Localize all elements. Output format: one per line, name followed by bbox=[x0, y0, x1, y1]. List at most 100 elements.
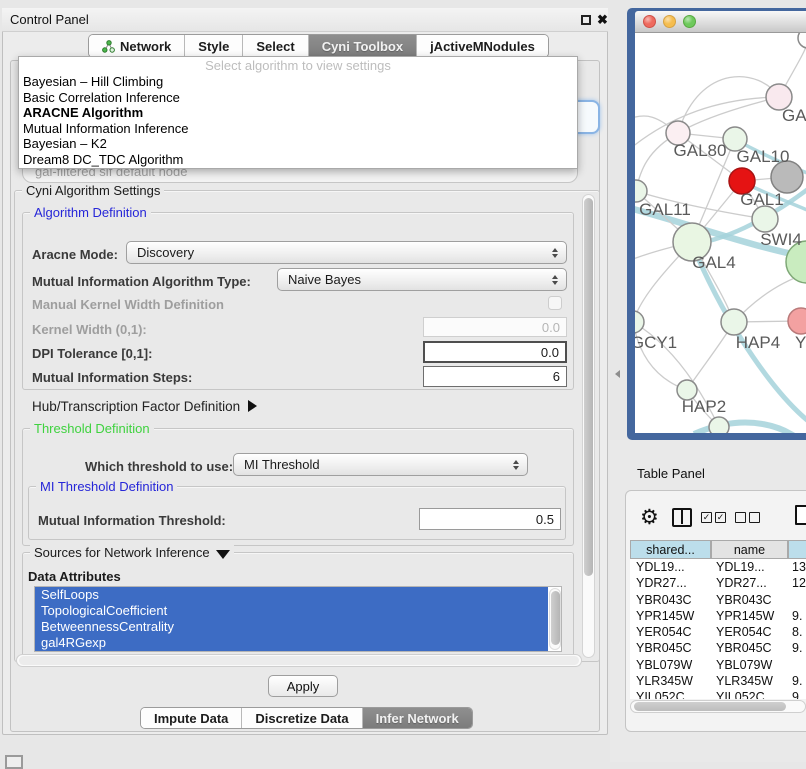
zoom-traffic-light-icon[interactable] bbox=[683, 15, 696, 28]
attribute-item[interactable]: BetweennessCentrality bbox=[35, 619, 548, 635]
column-header-shared...[interactable]: shared... bbox=[630, 540, 711, 559]
table-row[interactable]: YIL052CYIL052C9 bbox=[630, 689, 806, 699]
algorithm-option[interactable]: Mutual Information Inference bbox=[19, 121, 577, 137]
table-hscrollbar[interactable] bbox=[630, 700, 806, 713]
mi-steps-field[interactable]: 6 bbox=[423, 366, 567, 387]
hub-section-label: Hub/Transcription Factor Definition bbox=[32, 399, 240, 414]
tab-label: Infer Network bbox=[376, 711, 459, 726]
expand-right-icon bbox=[248, 400, 257, 412]
table-row[interactable]: YDR27...YDR27...12 bbox=[630, 575, 806, 591]
table-hscrollbar-thumb[interactable] bbox=[634, 702, 786, 711]
tab-impute-data[interactable]: Impute Data bbox=[141, 708, 242, 728]
table-cell: YDR27... bbox=[636, 575, 687, 591]
mi-threshold-field[interactable]: 0.5 bbox=[419, 508, 561, 530]
tab-style[interactable]: Style bbox=[185, 35, 243, 57]
float-window-icon[interactable] bbox=[581, 15, 591, 25]
settings-scrollbar-thumb[interactable] bbox=[584, 198, 593, 576]
network-node[interactable] bbox=[788, 308, 806, 334]
algorithm-option[interactable]: Dream8 DC_TDC Algorithm bbox=[19, 152, 577, 168]
manual-kernel-checkbox[interactable] bbox=[548, 296, 562, 310]
bottom-tabbar: Impute Data Discretize Data Infer Network bbox=[140, 707, 473, 729]
algorithm-option[interactable]: Bayesian – Hill Climbing bbox=[19, 74, 577, 90]
table-row[interactable]: YDL19...YDL19...13 bbox=[630, 559, 806, 575]
table-cell: YDL19... bbox=[716, 559, 765, 575]
algorithm-option[interactable]: Basic Correlation Inference bbox=[19, 90, 577, 106]
kernel-width-field[interactable]: 0.0 bbox=[423, 317, 567, 337]
tab-discretize-data[interactable]: Discretize Data bbox=[242, 708, 362, 728]
node-label: GAL80 bbox=[674, 141, 727, 160]
table-cell: YER054C bbox=[716, 624, 772, 640]
node-label: GAL4 bbox=[692, 253, 735, 272]
unchecked-checkbox-icon[interactable] bbox=[749, 512, 760, 523]
mi-type-combo[interactable]: Naive Bayes bbox=[277, 268, 567, 291]
table-cell: 9. bbox=[792, 640, 802, 656]
table-cell: YBL079W bbox=[636, 657, 692, 673]
document-icon[interactable] bbox=[795, 505, 806, 525]
table-row[interactable]: YBL079WYBL079W bbox=[630, 657, 806, 673]
network-node[interactable] bbox=[709, 417, 729, 433]
algorithm-option[interactable]: ARACNE Algorithm bbox=[19, 105, 577, 121]
tab-jactivemnodules[interactable]: jActiveMNodules bbox=[417, 35, 548, 57]
attributes-scrollbar-thumb[interactable] bbox=[551, 591, 560, 645]
control-panel-tabbar: NetworkStyleSelectCyni ToolboxjActiveMNo… bbox=[88, 34, 549, 58]
checked-checkbox-icon[interactable]: ✓ bbox=[715, 512, 726, 523]
mi-threshold-label: Mutual Information Threshold: bbox=[38, 513, 226, 528]
close-traffic-light-icon[interactable] bbox=[643, 15, 656, 28]
settings-hscrollbar[interactable] bbox=[16, 654, 582, 667]
column-header-name[interactable]: name bbox=[711, 540, 788, 559]
split-table-icon[interactable] bbox=[672, 508, 692, 527]
sources-group-toggle[interactable]: Sources for Network Inference bbox=[30, 545, 234, 560]
checked-checkbox-icon[interactable]: ✓ bbox=[701, 512, 712, 523]
attributes-scrollbar[interactable] bbox=[549, 588, 561, 650]
table-cell: 9 bbox=[792, 689, 799, 699]
unchecked-checkbox-icon[interactable] bbox=[735, 512, 746, 523]
network-window-titlebar[interactable] bbox=[635, 11, 806, 33]
minimize-traffic-light-icon[interactable] bbox=[663, 15, 676, 28]
close-icon[interactable]: ✖ bbox=[597, 12, 608, 28]
table-cell: YBR045C bbox=[636, 640, 692, 656]
table-row[interactable]: YBR045C YBR045C 9. bbox=[630, 640, 806, 656]
algorithm-option[interactable]: Bayesian – K2 bbox=[19, 136, 577, 152]
network-node[interactable] bbox=[752, 206, 778, 232]
network-node[interactable] bbox=[798, 33, 806, 48]
panel-splitter-grip[interactable] bbox=[615, 370, 620, 378]
network-node[interactable] bbox=[721, 309, 747, 335]
aracne-mode-combo[interactable]: Discovery bbox=[126, 241, 567, 264]
dock-panel-icon[interactable] bbox=[5, 755, 23, 769]
tab-select[interactable]: Select bbox=[243, 35, 308, 57]
combo-arrows-icon bbox=[513, 460, 519, 470]
dpi-tolerance-field[interactable]: 0.0 bbox=[423, 341, 567, 363]
which-threshold-combo[interactable]: MI Threshold bbox=[233, 453, 528, 476]
network-canvas[interactable]: GALGAL80GAL10GAL1GAL11SWI4GAL4GCY1HAP4YH… bbox=[635, 33, 806, 433]
algorithm-definition-title: Algorithm Definition bbox=[30, 205, 151, 220]
tab-label: Impute Data bbox=[154, 711, 228, 726]
gear-icon[interactable]: ⚙ bbox=[640, 505, 659, 530]
attribute-item[interactable]: SelfLoops bbox=[35, 587, 548, 603]
attribute-item[interactable]: gal4RGexp bbox=[35, 635, 548, 651]
table-row[interactable]: YBR043CYBR043C bbox=[630, 592, 806, 608]
tab-cyni-toolbox[interactable]: Cyni Toolbox bbox=[309, 35, 417, 57]
kernel-width-label: Kernel Width (0,1): bbox=[32, 322, 147, 337]
node-label: HAP4 bbox=[736, 333, 780, 352]
table-row[interactable]: YER054CYER054C8. bbox=[630, 624, 806, 640]
mi-type-label: Mutual Information Algorithm Type: bbox=[32, 274, 251, 289]
tab-label: Discretize Data bbox=[255, 711, 348, 726]
table-row[interactable]: YPR145WYPR145W9. bbox=[630, 608, 806, 624]
hub-section-toggle[interactable]: Hub/Transcription Factor Definition bbox=[32, 399, 257, 414]
column-header-label: shared... bbox=[646, 543, 695, 557]
table-cell: YLR345W bbox=[716, 673, 773, 689]
node-label: Y bbox=[795, 333, 806, 352]
settings-hscrollbar-thumb[interactable] bbox=[19, 656, 579, 665]
tab-network[interactable]: Network bbox=[89, 35, 185, 57]
mi-threshold-group-title: MI Threshold Definition bbox=[36, 479, 177, 494]
cyni-settings-title: Cyni Algorithm Settings bbox=[22, 183, 164, 198]
table-cell: YBR045C bbox=[716, 640, 772, 656]
dpi-tolerance-value: 0.0 bbox=[541, 345, 559, 360]
apply-button[interactable]: Apply bbox=[268, 675, 338, 697]
table-row[interactable]: YLR345WYLR345W9. bbox=[630, 673, 806, 689]
network-node[interactable] bbox=[635, 311, 644, 333]
settings-scrollbar[interactable] bbox=[582, 194, 595, 658]
column-header-extra[interactable] bbox=[788, 540, 806, 559]
attribute-item[interactable]: TopologicalCoefficient bbox=[35, 603, 548, 619]
tab-infer-network[interactable]: Infer Network bbox=[363, 708, 472, 728]
